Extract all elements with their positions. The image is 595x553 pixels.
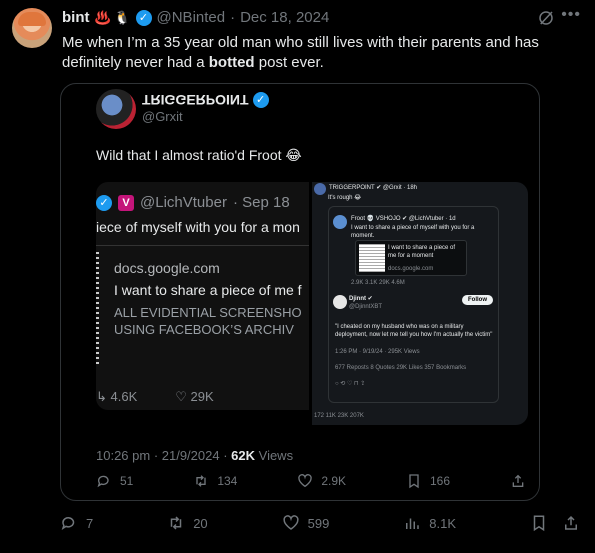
djinnt-handle: @DjinntXBT [349,304,383,310]
like-button[interactable]: 599 [282,514,330,532]
repost-icon [170,516,182,530]
quoted-bookmark-count: 166 [429,474,451,488]
post-text-bold: botted [208,54,255,71]
quoted-post[interactable]: TRIGGERPOINT ✓ @Grxit Wild that I almost… [60,83,540,501]
quoted-like-button[interactable]: 2.9K [297,473,346,489]
quoted-time[interactable]: 10:26 pm · 21/9/2024 · [96,448,231,463]
image-right-card: Froot 💀 VSHOJO ✔ @LichVtuber · 1d I want… [328,206,499,403]
verified-badge-icon: ✓ [135,9,152,26]
quoted-views-label: Views [255,448,294,463]
repost-icon [196,475,206,487]
image-left-date: · Sep 18 [232,194,290,211]
share-icon [512,474,524,487]
quoted-views-count: 62K [231,448,256,463]
quoted-repost-button[interactable]: 134 [193,473,237,489]
vshojo-badge-icon: V [118,194,134,211]
image-right-bottom-actions: 172 11K 23K 207K [314,413,364,419]
image-left-handle: @LichVtuber [140,194,227,211]
image-left-likes: ♡ 29K [175,389,214,404]
djinnt-quote: "I cheated on my husband who was on a mi… [335,324,493,338]
attached-image-left[interactable]: ✓ V @LichVtuber · Sep 18 iece of myself … [96,182,309,410]
image-left-link-card: docs.google.com I want to share a piece … [96,245,309,377]
image-left-reposts-count: 4.6K [110,389,138,404]
image-left-domain: docs.google.com [114,260,220,276]
froot-doc-card: I want to share a piece of me for a mome… [355,240,467,276]
post-date[interactable]: Dec 18, 2024 [240,9,329,26]
quoted-reply-button[interactable]: 51 [96,473,133,489]
reply-icon [97,475,109,488]
image-left-likes-count: 29K [190,389,214,404]
bookmark-icon[interactable] [530,514,548,532]
mini-avatar [333,295,347,309]
views-button[interactable]: 8.1K [403,514,456,532]
quoted-reply-count: 51 [120,474,134,488]
djinnt-meta: 1:26 PM · 9/19/24 · 295K Views [335,349,420,355]
image-left-reposts: ↳ 4.6K [96,389,138,404]
heart-icon [298,474,313,488]
quoted-display-name[interactable]: TRIGGERPOINT [142,92,249,108]
froot-name: Froot 💀 VSHOJO ✔ @LichVtuber · 1d [351,216,456,222]
handle[interactable]: @NBinted [157,9,226,26]
post-text: Me when I’m a 35 year old man who still … [62,33,582,73]
follow-button: Follow [462,295,493,305]
reply-count: 7 [86,515,94,531]
bookmark-share-group [530,514,580,532]
quoted-handle[interactable]: @Grxit [142,109,183,124]
quoted-share-button[interactable] [510,473,526,489]
reply-icon [61,517,75,530]
froot-stats: 2.9K 3.1K 29K 4.6M [351,280,405,286]
grok-icon[interactable] [537,9,555,27]
repost-button[interactable]: 20 [167,514,208,532]
image-left-title: I want to share a piece of me f [114,282,302,298]
quoted-name-row: TRIGGERPOINT ✓ [142,92,269,108]
image-left-stats: ↳ 4.6K ♡ 29K [96,389,214,405]
quoted-timestamp: 10:26 pm · 21/9/2024 · 62K Views [96,448,293,463]
doc-domain: docs.google.com [388,266,434,272]
document-thumbnail [96,252,99,367]
attached-image-right[interactable]: TRIGGERPOINT ✔ @Grxit · 18h It's rough 😂… [312,182,528,425]
image-right-header: TRIGGERPOINT ✔ @Grxit · 18h [329,185,418,191]
bookmark-icon [409,474,419,489]
post-text-part: post ever. [254,54,324,71]
separator: · [230,9,236,26]
heart-icon [283,515,299,530]
verified-badge-icon: ✓ [252,92,269,108]
verified-badge-icon: ✓ [96,194,112,211]
quoted-like-count: 2.9K [321,474,347,488]
image-left-body-line: USING FACEBOOK’S ARCHIV [114,322,294,337]
views-chart-icon [406,518,420,529]
views-count: 8.1K [429,515,457,531]
quoted-repost-count: 134 [217,474,238,488]
repost-count: 20 [193,515,208,531]
reply-button[interactable]: 7 [60,514,93,532]
post-header: bint ♨️ 🐧 ✓ @NBinted · Dec 18, 2024 [62,9,329,26]
name-emojis: ♨️ 🐧 [94,9,131,25]
more-options-icon[interactable]: ••• [561,6,581,24]
djinnt-engagement: 677 Reposts 8 Quotes 29K Likes 357 Bookm… [335,365,467,371]
quoted-text: Wild that I almost ratio'd Froot 😂 [96,147,302,163]
quoted-actions: 51 134 2.9K 166 [96,473,526,489]
image-left-body: ALL EVIDENTIAL SCREENSHO USING FACEBOOK’… [114,304,302,338]
quoted-avatar[interactable] [96,89,136,129]
share-icon[interactable] [562,514,580,532]
froot-text: I want to share a piece of myself with y… [351,225,475,239]
image-right-sub: It's rough 😂 [328,195,362,201]
doc-thumbnail [359,244,385,272]
mini-avatar [314,183,326,195]
mini-avatar [333,215,347,229]
doc-title: I want to share a piece of me for a mome… [388,245,456,259]
image-left-body-line: ALL EVIDENTIAL SCREENSHO [114,305,302,320]
djinnt-name: Djinnt ✔ [349,296,373,302]
avatar[interactable] [12,8,52,48]
display-name[interactable]: bint [62,9,90,26]
like-count: 599 [307,515,330,531]
post-actions: 7 20 599 8.1K [60,514,580,532]
image-left-line: iece of myself with you for a mon [96,219,300,235]
image-left-header: ✓ V @LichVtuber · Sep 18 [96,194,290,211]
djinnt-actions: ○ ⟲ ♡ ⊓ ⇪ [335,381,366,387]
quoted-bookmark-button[interactable]: 166 [406,473,450,489]
